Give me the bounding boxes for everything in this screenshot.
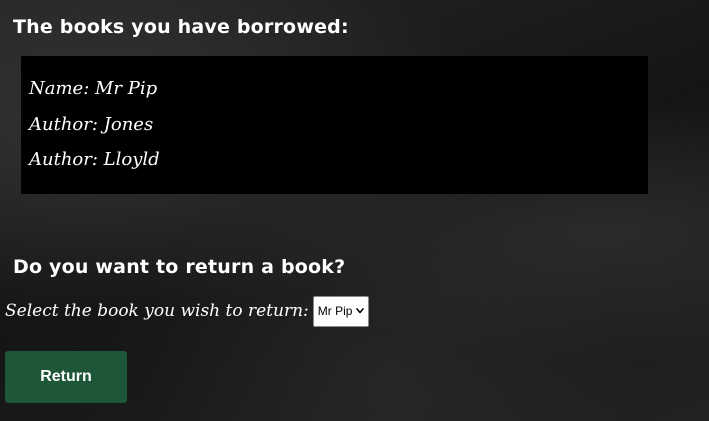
book-author-line: Author: Lloyld bbox=[29, 149, 160, 170]
selected-book-value: Mr Pip bbox=[317, 304, 353, 318]
book-select-dropdown[interactable]: Mr Pip bbox=[312, 295, 370, 327]
return-book-heading: Do you want to return a book? bbox=[13, 256, 346, 278]
select-book-label: Select the book you wish to return: bbox=[5, 301, 309, 321]
borrowed-books-heading: The books you have borrowed: bbox=[13, 16, 349, 38]
chevron-down-icon bbox=[356, 308, 365, 314]
borrowed-books-panel: Name: Mr Pip Author: Jones Author: Lloyl… bbox=[21, 56, 648, 194]
return-select-row: Select the book you wish to return: Mr P… bbox=[5, 295, 370, 327]
book-name-line: Name: Mr Pip bbox=[29, 78, 158, 99]
book-author-line: Author: Jones bbox=[29, 114, 154, 135]
return-button[interactable]: Return bbox=[5, 351, 127, 403]
